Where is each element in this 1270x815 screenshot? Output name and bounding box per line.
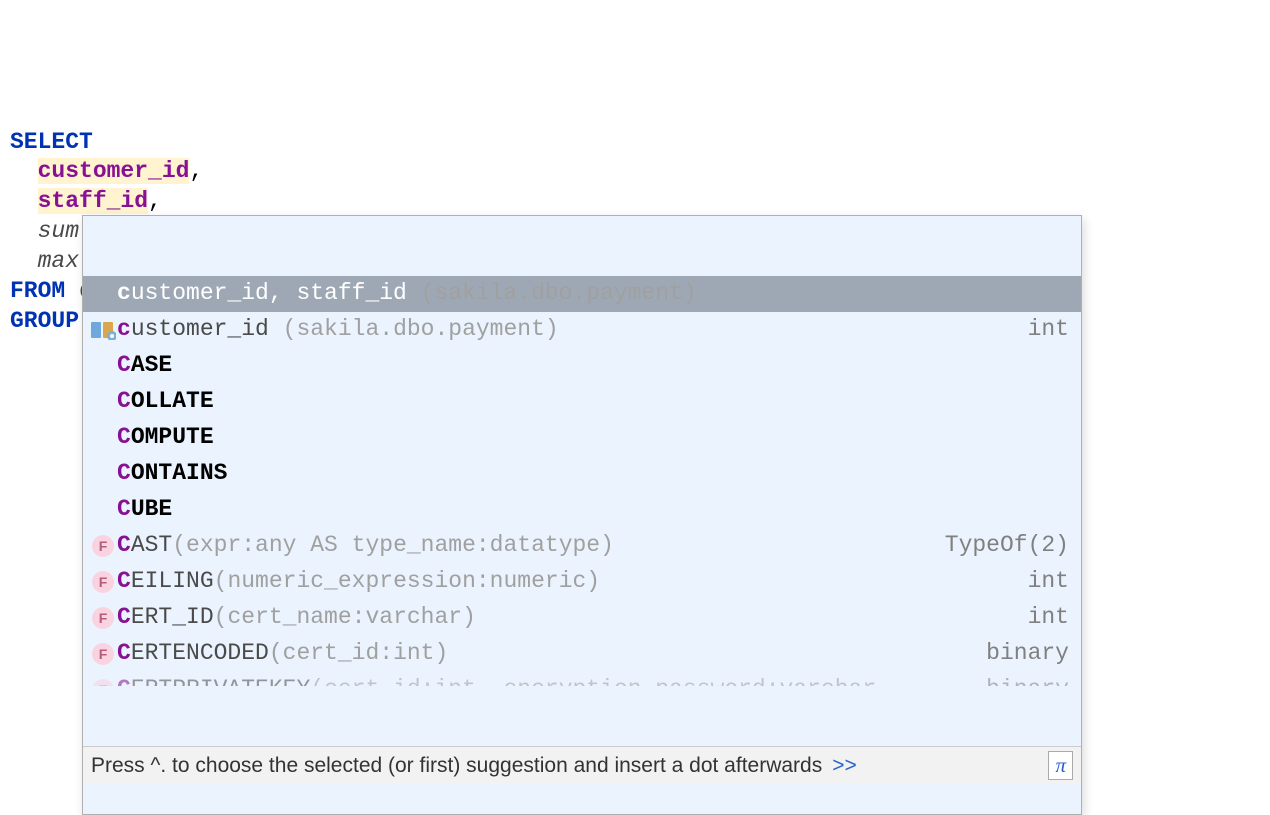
autocomplete-type: binary <box>976 675 1069 686</box>
autocomplete-item[interactable]: FCERTENCODED(cert_id:int)binary <box>83 636 1081 672</box>
autocomplete-item[interactable]: COMPUTE <box>83 420 1081 456</box>
function-icon: F <box>89 643 117 665</box>
autocomplete-item[interactable]: FCAST(expr:any AS type_name:datatype)Typ… <box>83 528 1081 564</box>
function-icon: F <box>89 679 117 686</box>
autocomplete-label: CUBE <box>117 495 1059 525</box>
autocomplete-label: CONTAINS <box>117 459 1059 489</box>
autocomplete-label: customer_id (sakila.dbo.payment) <box>117 315 1018 345</box>
autocomplete-type: binary <box>976 639 1069 669</box>
autocomplete-label: COMPUTE <box>117 423 1059 453</box>
autocomplete-item[interactable]: CONTAINS <box>83 456 1081 492</box>
autocomplete-item[interactable]: FCERT_ID(cert_name:varchar)int <box>83 600 1081 636</box>
autocomplete-item[interactable]: FCERTPRIVATEKEY(cert_id:int, encryption_… <box>83 672 1081 686</box>
keyword-from: FROM <box>10 278 65 304</box>
autocomplete-item[interactable]: COLLATE <box>83 384 1081 420</box>
footer-hint-text: Press ^. to choose the selected (or firs… <box>91 752 822 779</box>
function-icon: F <box>89 571 117 593</box>
autocomplete-item[interactable]: CASE <box>83 348 1081 384</box>
function-max: max <box>38 248 79 274</box>
column-customer-id: customer_id <box>38 158 190 184</box>
autocomplete-type: TypeOf(2) <box>935 531 1069 561</box>
autocomplete-label: CEILING(numeric_expression:numeric) <box>117 567 1018 597</box>
column-icon <box>89 320 117 340</box>
autocomplete-item[interactable]: CUBE <box>83 492 1081 528</box>
autocomplete-item[interactable]: FCEILING(numeric_expression:numeric)int <box>83 564 1081 600</box>
pi-icon[interactable]: π <box>1048 751 1073 780</box>
function-icon: F <box>89 607 117 629</box>
column-staff-id: staff_id <box>38 188 148 214</box>
autocomplete-type: int <box>1018 567 1069 597</box>
keyword-select: SELECT <box>10 129 93 155</box>
autocomplete-footer: Press ^. to choose the selected (or firs… <box>83 746 1081 784</box>
autocomplete-list[interactable]: customer_id, staff_id (sakila.dbo.paymen… <box>83 276 1081 686</box>
autocomplete-label: COLLATE <box>117 387 1059 417</box>
autocomplete-popup: customer_id, staff_id (sakila.dbo.paymen… <box>82 215 1082 815</box>
autocomplete-label: CASE <box>117 351 1059 381</box>
autocomplete-label: CERT_ID(cert_name:varchar) <box>117 603 1018 633</box>
autocomplete-item[interactable]: customer_id, staff_id (sakila.dbo.paymen… <box>83 276 1081 312</box>
autocomplete-type: int <box>1018 603 1069 633</box>
autocomplete-type: int <box>1018 315 1069 345</box>
autocomplete-item[interactable]: customer_id (sakila.dbo.payment)int <box>83 312 1081 348</box>
autocomplete-label: CERTPRIVATEKEY(cert_id:int, encryption_p… <box>117 675 976 686</box>
autocomplete-label: CERTENCODED(cert_id:int) <box>117 639 976 669</box>
footer-more-link[interactable]: >> <box>832 752 857 779</box>
function-sum: sum <box>38 218 79 244</box>
function-icon: F <box>89 535 117 557</box>
autocomplete-label: CAST(expr:any AS type_name:datatype) <box>117 531 935 561</box>
autocomplete-label: customer_id, staff_id (sakila.dbo.paymen… <box>117 279 1059 309</box>
